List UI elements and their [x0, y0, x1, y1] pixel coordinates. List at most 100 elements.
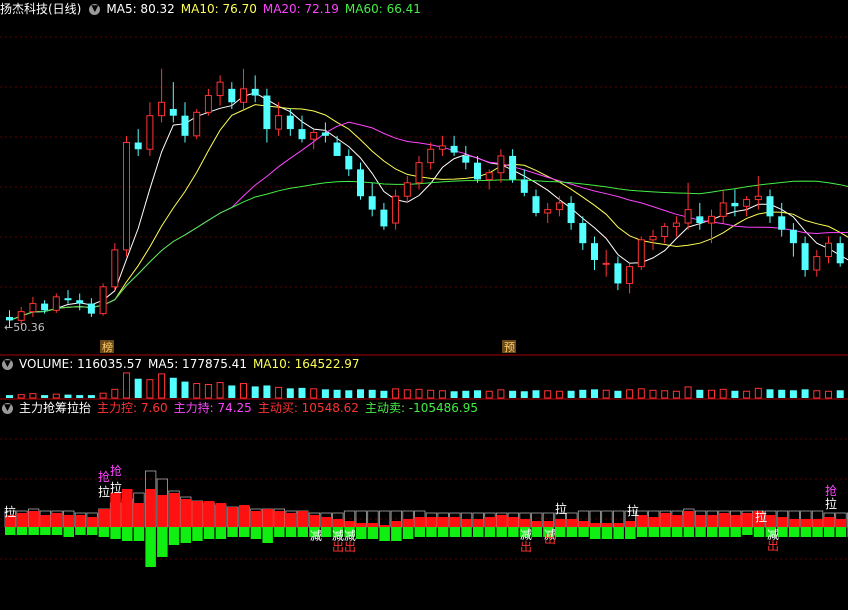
indicator-buy-bar [297, 511, 308, 527]
indicator-sell-bar [192, 527, 203, 541]
candle-body [228, 88, 236, 103]
candle-body [415, 162, 423, 184]
candle-body [450, 145, 458, 153]
candle [743, 196, 751, 217]
candle [357, 162, 364, 200]
candle [76, 293, 84, 311]
candle [134, 129, 142, 156]
candle-body [368, 196, 376, 210]
candle [380, 202, 388, 230]
volume-bar [509, 390, 517, 398]
candle [263, 88, 271, 143]
volume-bar [123, 372, 130, 399]
indicator-buy-bar [262, 509, 273, 527]
volume-bar [181, 381, 189, 398]
indicator-buy-bar [309, 515, 320, 527]
volume-bars [6, 372, 844, 399]
candle [216, 75, 224, 106]
indicator-buy-bar [613, 523, 624, 527]
candlestick-series [6, 68, 844, 328]
indicator-sell-bar [437, 527, 449, 537]
indicator-marker: 拉 [555, 501, 567, 516]
grid-lines [0, 36, 848, 560]
indicator-sell-bar [601, 527, 613, 539]
indicator-buy-bar [531, 521, 542, 527]
candle-body [321, 132, 329, 136]
candle [485, 169, 493, 190]
indicator-buy-bar [695, 515, 706, 527]
candle [813, 249, 821, 277]
indicator-buy-bar [601, 523, 613, 527]
candle-body [310, 131, 318, 140]
candle [509, 149, 517, 183]
volume-bar [64, 394, 72, 398]
indicator-buy-bar [660, 513, 671, 527]
candle-body [836, 243, 844, 264]
candle [591, 236, 598, 271]
indicator-buy-bar [110, 493, 121, 527]
indicator-buy-bar [800, 519, 812, 527]
indicator-buy-bar [133, 503, 145, 527]
indicator-buy-bar [274, 511, 285, 527]
indicator-buy-bar [51, 513, 63, 527]
volume-bar [52, 393, 60, 399]
indicator-sell-bar [28, 527, 39, 535]
candle-body [626, 266, 634, 284]
stock-chart[interactable]: 拉抢拉抢拉减减减出 出减出减出拉拉拉减出抢拉 ←50.36 榜 预 [0, 0, 848, 610]
indicator-buy-bar [683, 511, 695, 527]
candle [99, 283, 107, 316]
candle-body [509, 155, 517, 180]
candle-body [216, 81, 224, 97]
indicator-buy-bar [98, 509, 110, 527]
candle [392, 189, 400, 230]
indicator-marker: 拉 [98, 484, 110, 499]
volume-bar [567, 390, 575, 398]
indicator-marker: 拉 [4, 504, 16, 519]
volume-bar [520, 391, 528, 398]
candle-body [825, 242, 832, 258]
indicator-sell-bar [297, 527, 308, 537]
volume-bar [532, 390, 540, 398]
candle-body [579, 223, 587, 244]
candle [614, 256, 622, 291]
indicator-marker: 拉 [627, 503, 639, 518]
indicator-marker: 出 [344, 540, 356, 554]
volume-bar [146, 379, 154, 399]
candle [474, 155, 481, 183]
indicator-sell-bar [320, 527, 332, 537]
candle [228, 82, 236, 109]
volume-bar [579, 389, 587, 398]
indicator-buy-bar [508, 517, 519, 527]
candle-body [41, 303, 49, 311]
indicator-buy-bar [824, 517, 835, 527]
candle [450, 135, 458, 156]
volume-bar [17, 394, 25, 399]
volume-bar [427, 389, 435, 399]
volume-bar [169, 377, 177, 398]
candle-body [614, 263, 622, 284]
indicator-sell-bar [414, 527, 425, 537]
indicator-buy-bar [391, 521, 402, 527]
signal-badge-bang: 榜 [100, 340, 114, 354]
indicator-buy-bar [777, 517, 788, 527]
volume-bar [555, 390, 563, 399]
volume-bar [403, 389, 411, 399]
candle [310, 129, 318, 150]
volume-bar [743, 390, 751, 399]
candle [661, 223, 669, 244]
candle-body [263, 95, 271, 130]
indicator-buy-bar [554, 519, 566, 527]
indicator-marker: 拉 [825, 496, 837, 511]
signal-label: 预 [504, 341, 515, 354]
volume-bar [158, 373, 166, 399]
indicator-sell-bar [180, 527, 191, 543]
volume-bar [544, 390, 552, 399]
candle [567, 196, 575, 230]
indicator-marker: 出 [520, 540, 532, 554]
volume-bar [778, 389, 786, 398]
indicator-sell-bar [285, 527, 297, 537]
candle-body [532, 196, 540, 213]
indicator-sell-bar [636, 527, 648, 537]
candle [520, 169, 528, 197]
volume-bar [240, 383, 247, 399]
